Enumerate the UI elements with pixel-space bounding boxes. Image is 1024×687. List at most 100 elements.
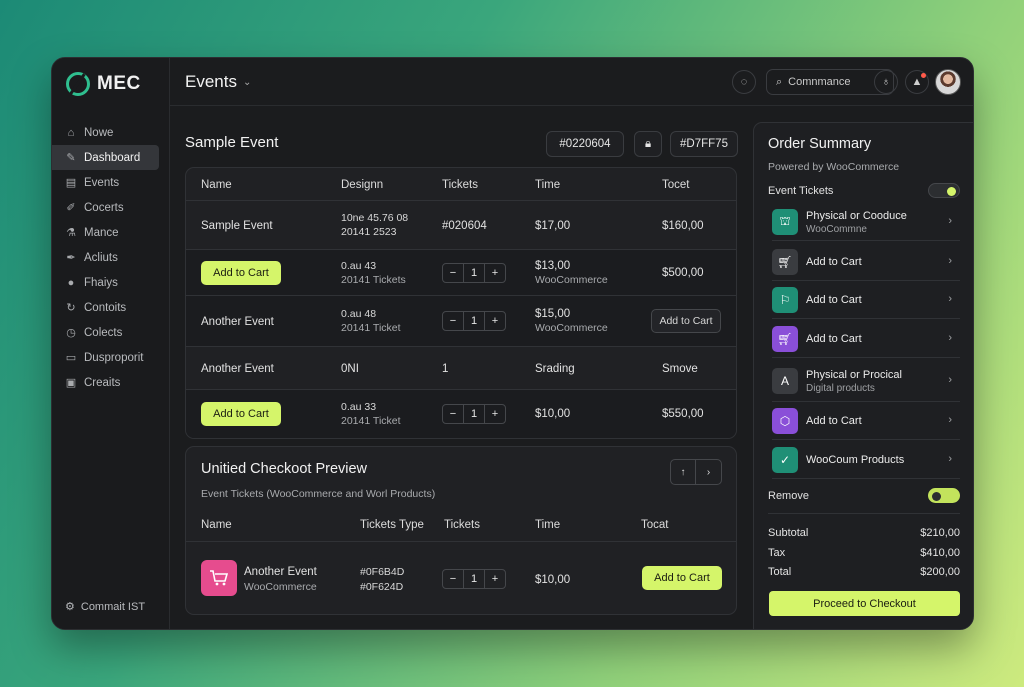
order-item-name: Physical or Cooduce bbox=[806, 210, 907, 222]
add-to-cart-button[interactable]: Add to Cart bbox=[651, 309, 721, 333]
total-value: Smove bbox=[662, 363, 698, 375]
minus-icon[interactable]: − bbox=[443, 315, 463, 327]
order-item[interactable]: 🛒︎ Add to Cart › bbox=[772, 320, 960, 358]
table-row[interactable]: Add to Cart 0.au 43 20141 Tickets −1 + $1… bbox=[186, 249, 736, 295]
plus-icon[interactable]: + bbox=[485, 315, 505, 327]
quantity-stepper[interactable]: −1 + bbox=[442, 311, 506, 331]
chevron-right-icon: › bbox=[948, 374, 952, 386]
avatar[interactable] bbox=[935, 69, 961, 95]
order-item[interactable]: ⚐ Add to Cart › bbox=[772, 281, 960, 319]
order-item[interactable]: A Physical or Procical Digital products … bbox=[772, 360, 960, 402]
logo-icon bbox=[66, 72, 90, 96]
order-item-name: Add to Cart bbox=[806, 415, 862, 427]
subtotal-row: Subtotal $210,00 bbox=[768, 527, 960, 539]
sidebar-item-cocerts[interactable]: ✐ Cocerts bbox=[52, 195, 170, 220]
chevron-right-icon: › bbox=[948, 293, 952, 305]
sidebar-footer[interactable]: ⚙ Commait IST bbox=[65, 600, 145, 614]
sidebar-item-events[interactable]: ▤ Events bbox=[52, 170, 170, 195]
column-header: Name bbox=[201, 179, 232, 191]
total-row: Total $200,00 bbox=[768, 566, 960, 578]
ticket-type-sub: #0F624D bbox=[360, 581, 404, 593]
brush-icon: ✐ bbox=[66, 202, 76, 214]
quantity-stepper[interactable]: −1 + bbox=[442, 404, 506, 424]
checkout-subtitle: Event Tickets (WooCommerce and Worl Prod… bbox=[201, 488, 436, 500]
plus-icon[interactable]: + bbox=[485, 267, 505, 279]
user-icon: ● bbox=[67, 276, 75, 289]
sidebar-item-label: Dusproporit bbox=[84, 351, 144, 364]
event-name: Sample Event bbox=[201, 220, 273, 232]
plus-icon[interactable]: + bbox=[485, 408, 505, 420]
bell-icon: ◌ bbox=[740, 76, 748, 88]
column-header: Tickets Type bbox=[360, 519, 424, 531]
logo[interactable]: MEC bbox=[66, 72, 141, 96]
checkout-row[interactable]: Another Event WooCommerce #0F6B4D #0F624… bbox=[186, 541, 736, 614]
help-button[interactable]: ♁ bbox=[874, 70, 898, 94]
order-title: Order Summary bbox=[768, 136, 872, 152]
sidebar-item-creaits[interactable]: ▣ Creaits bbox=[52, 370, 170, 395]
sidebar-item-label: Creaits bbox=[84, 376, 121, 389]
bag-icon: ⚐ bbox=[772, 287, 798, 313]
folder-icon: ▭ bbox=[65, 352, 77, 364]
search-placeholder: Comnmance bbox=[788, 76, 851, 88]
sidebar-item-label: Fhaiys bbox=[84, 276, 118, 289]
sidebar-item-label: Mance bbox=[84, 226, 119, 239]
arrow-up-icon[interactable]: ↑ bbox=[671, 460, 696, 484]
plus-icon[interactable]: + bbox=[485, 573, 505, 585]
table-row[interactable]: Another Event 0.au 48 20141 Ticket −1 + $… bbox=[186, 295, 736, 346]
sidebar-item-contoits[interactable]: ↻ Contoits bbox=[52, 295, 170, 320]
powered-by: Powered by WooCommerce bbox=[768, 161, 900, 173]
sidebar-item-colects[interactable]: ◷ Colects bbox=[52, 320, 170, 345]
table-row[interactable]: Sample Event 10ne 45.76 08 20141 2523 #0… bbox=[186, 200, 736, 249]
order-summary: Order Summary Powered by WooCommerce Eve… bbox=[753, 122, 973, 629]
lock-button[interactable]: 🔒︎ bbox=[634, 131, 662, 157]
color-code-pill[interactable]: #D7FF75 bbox=[670, 131, 738, 157]
tax-value: $410,00 bbox=[920, 547, 960, 559]
page-title[interactable]: Events ⌄ bbox=[185, 72, 251, 92]
column-header: Tickets bbox=[444, 519, 480, 531]
quantity-stepper[interactable]: −1 + bbox=[442, 569, 506, 589]
notification-button[interactable]: ◌ bbox=[732, 70, 756, 94]
order-item[interactable]: ✓ WooCoum Products › bbox=[772, 441, 960, 479]
document-icon: ▤ bbox=[65, 177, 77, 189]
add-to-cart-button[interactable]: Add to Cart bbox=[201, 402, 281, 426]
sidebar-item-home[interactable]: ⌂ Nowe bbox=[52, 120, 170, 145]
price-value: $10,00 bbox=[535, 574, 571, 586]
add-to-cart-button[interactable]: Add to Cart bbox=[642, 566, 722, 590]
sidebar-item-fhaiys[interactable]: ● Fhaiys bbox=[52, 270, 170, 295]
sidebar-item-mance[interactable]: ⚗ Mance bbox=[52, 220, 170, 245]
order-item[interactable]: ⬡ Add to Cart › bbox=[772, 402, 960, 440]
quantity-value: 1 bbox=[463, 264, 485, 282]
alert-button[interactable]: ▲ bbox=[905, 70, 929, 94]
event-code-pill[interactable]: #0220604 bbox=[546, 131, 624, 157]
design-value: 0.au 43 bbox=[341, 260, 377, 272]
remove-toggle[interactable] bbox=[928, 488, 960, 503]
refresh-icon: ↻ bbox=[66, 302, 76, 314]
sidebar-item-dashboard[interactable]: ✎ Dashboard bbox=[52, 145, 159, 170]
checkout-table-header: Name Tickets Type Tickets Time Tocat bbox=[186, 509, 736, 541]
event-tickets-toggle[interactable] bbox=[928, 183, 960, 198]
minus-icon[interactable]: − bbox=[443, 408, 463, 420]
quantity-value: 1 bbox=[463, 570, 485, 588]
minus-icon[interactable]: − bbox=[443, 573, 463, 585]
sidebar-item-dusproporit[interactable]: ▭ Dusproporit bbox=[52, 345, 170, 370]
toggle-knob bbox=[932, 491, 941, 501]
order-item[interactable]: 🛒︎ Add to Cart › bbox=[772, 243, 960, 281]
event-name: Another Event bbox=[201, 316, 274, 328]
total-value: $200,00 bbox=[920, 566, 960, 578]
table-row[interactable]: Add to Cart 0.au 33 20141 Ticket −1 + $10… bbox=[186, 389, 736, 438]
order-item-desc: Digital products bbox=[806, 383, 875, 394]
design-sub: 20141 Ticket bbox=[341, 415, 401, 427]
proceed-to-checkout-button[interactable]: Proceed to Checkout bbox=[769, 591, 960, 616]
table-row[interactable]: Another Event 0NI 1 Srading Smove bbox=[186, 346, 736, 389]
order-item[interactable]: ⛫ Physical or Cooduce WooCommne › bbox=[772, 203, 960, 241]
add-to-cart-button[interactable]: Add to Cart bbox=[201, 261, 281, 285]
chevron-right-icon[interactable]: › bbox=[696, 460, 721, 484]
toggle-knob bbox=[947, 186, 956, 196]
sidebar-item-acliuts[interactable]: ✒ Acliuts bbox=[52, 245, 170, 270]
minus-icon[interactable]: − bbox=[443, 267, 463, 279]
letter-a-icon: A bbox=[772, 368, 798, 394]
quantity-value: 1 bbox=[463, 312, 485, 330]
quantity-stepper[interactable]: −1 + bbox=[442, 263, 506, 283]
order-item-name: Physical or Procical bbox=[806, 369, 902, 381]
logo-text: MEC bbox=[97, 73, 141, 94]
